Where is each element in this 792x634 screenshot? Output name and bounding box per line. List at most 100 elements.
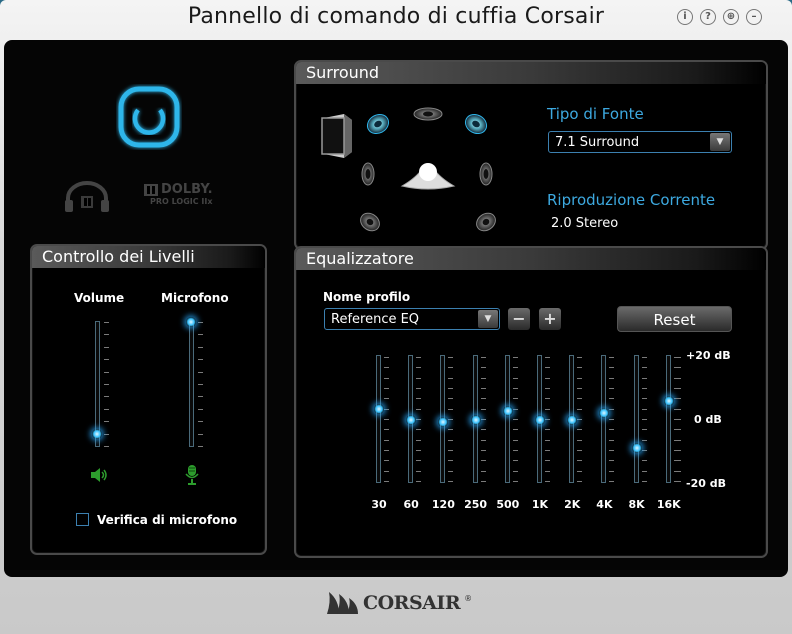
profile-dropdown[interactable]: Reference EQ ▼ — [324, 308, 500, 330]
rear-left-speaker-icon — [360, 212, 380, 232]
db-scale-tick — [676, 367, 681, 369]
eq-tick — [480, 450, 486, 451]
db-scale-tick — [676, 408, 681, 410]
slider-tick — [198, 408, 203, 410]
db-scale-tick — [676, 398, 681, 400]
eq-tick — [512, 470, 518, 472]
eq-tick — [384, 460, 389, 462]
eq-band-track[interactable] — [504, 355, 510, 483]
eq-tick — [641, 357, 647, 358]
dolby-headphone-icon[interactable] — [62, 180, 112, 214]
slider-tick — [198, 421, 203, 423]
slider-tick — [198, 446, 203, 447]
slider-tick — [104, 322, 109, 323]
eq-tick — [609, 388, 615, 389]
eq-band-frequency-label: 30 — [371, 498, 387, 511]
minimize-icon[interactable]: – — [746, 9, 762, 25]
eq-tick — [641, 439, 647, 441]
eq-tick — [609, 408, 615, 410]
eq-tick — [577, 419, 583, 420]
db-scale-tick — [676, 439, 681, 441]
eq-band-knob[interactable] — [663, 396, 674, 407]
eq-tick — [448, 388, 454, 389]
verify-mic-label[interactable]: Verifica di microfono — [97, 513, 237, 527]
eq-band-track[interactable] — [601, 355, 607, 483]
surround-speaker-layout[interactable] — [318, 100, 508, 240]
eq-band-knob[interactable] — [631, 442, 642, 453]
eq-tick — [641, 367, 647, 369]
eq-tick — [480, 470, 486, 472]
chevron-down-icon[interactable]: ▼ — [710, 133, 730, 151]
profile-value: Reference EQ — [331, 312, 420, 327]
eq-tick — [641, 470, 647, 472]
surround-header: Surround — [296, 62, 766, 84]
front-right-speaker-icon — [464, 113, 488, 135]
db-scale-tick — [676, 450, 681, 451]
info-icon[interactable]: i — [677, 9, 693, 25]
mic-slider-knob[interactable] — [186, 317, 196, 327]
eq-tick — [416, 419, 422, 420]
microphone-icon[interactable] — [184, 464, 200, 486]
eq-tick — [480, 377, 486, 379]
corsair-sails-icon — [327, 592, 358, 614]
eq-tick — [641, 460, 647, 462]
db-scale-tick — [676, 470, 681, 472]
chevron-down-icon[interactable]: ▼ — [478, 310, 498, 328]
eq-band-frequency-label: 1K — [531, 498, 549, 511]
mic-label: Microfono — [161, 291, 229, 305]
eq-tick — [512, 388, 518, 389]
eq-band-knob[interactable] — [599, 407, 610, 418]
speaker-icon[interactable] — [89, 466, 109, 484]
eq-tick — [512, 357, 518, 358]
eq-tick — [609, 429, 615, 431]
center-speaker-icon — [413, 107, 443, 121]
power-icon[interactable] — [116, 84, 182, 150]
eq-band-frequency-label: 8K — [628, 498, 645, 511]
eq-tick — [480, 357, 486, 358]
slider-tick — [198, 396, 203, 398]
source-type-dropdown[interactable]: 7.1 Surround ▼ — [548, 131, 732, 153]
eq-band-track[interactable] — [633, 355, 639, 483]
mic-slider-track[interactable] — [189, 321, 194, 447]
add-profile-button[interactable]: + — [539, 308, 561, 330]
slider-tick — [104, 359, 109, 361]
eq-tick — [448, 357, 454, 358]
app-window: Pannello di comando di cuffia Corsair i … — [0, 0, 792, 634]
volume-label: Volume — [74, 291, 125, 305]
eq-tick — [545, 460, 550, 462]
eq-tick — [545, 419, 550, 420]
eq-tick — [416, 460, 422, 462]
eq-band-track[interactable] — [376, 355, 381, 483]
eq-tick — [416, 377, 422, 379]
current-playback-value: 2.0 Stereo — [551, 216, 619, 231]
eq-band-knob[interactable] — [470, 415, 481, 426]
dolby-pro-logic-button[interactable]: DOLBY. PRO LOGIC IIx — [144, 182, 226, 212]
globe-icon[interactable]: ⊕ — [723, 9, 739, 25]
eq-tick — [577, 429, 583, 431]
side-left-speaker-icon — [361, 162, 375, 186]
verify-mic-checkbox[interactable] — [76, 513, 89, 526]
eq-tick — [609, 439, 615, 441]
eq-tick — [545, 439, 550, 441]
window-title: Pannello di comando di cuffia Corsair — [187, 4, 605, 29]
eq-tick — [384, 470, 389, 472]
eq-tick — [545, 388, 550, 389]
eq-tick — [577, 481, 583, 482]
registered-mark: ® — [464, 594, 473, 603]
eq-tick — [545, 377, 550, 379]
remove-profile-button[interactable]: − — [508, 308, 530, 330]
help-icon[interactable]: ? — [700, 9, 716, 25]
eq-band-frequency-label: 500 — [496, 498, 520, 511]
eq-band-knob[interactable] — [502, 405, 513, 416]
title-bar-icons: i ? ⊕ – — [677, 9, 762, 25]
slider-tick — [104, 346, 109, 348]
volume-slider-knob[interactable] — [92, 428, 102, 439]
reset-button[interactable]: Reset — [617, 306, 732, 332]
eq-tick — [545, 429, 550, 431]
eq-tick — [641, 481, 647, 482]
slider-tick — [104, 433, 109, 435]
db-bottom-label: -20 dB — [686, 477, 726, 490]
eq-tick — [512, 429, 518, 431]
eq-band-track[interactable] — [665, 355, 671, 483]
eq-tick — [480, 398, 486, 400]
